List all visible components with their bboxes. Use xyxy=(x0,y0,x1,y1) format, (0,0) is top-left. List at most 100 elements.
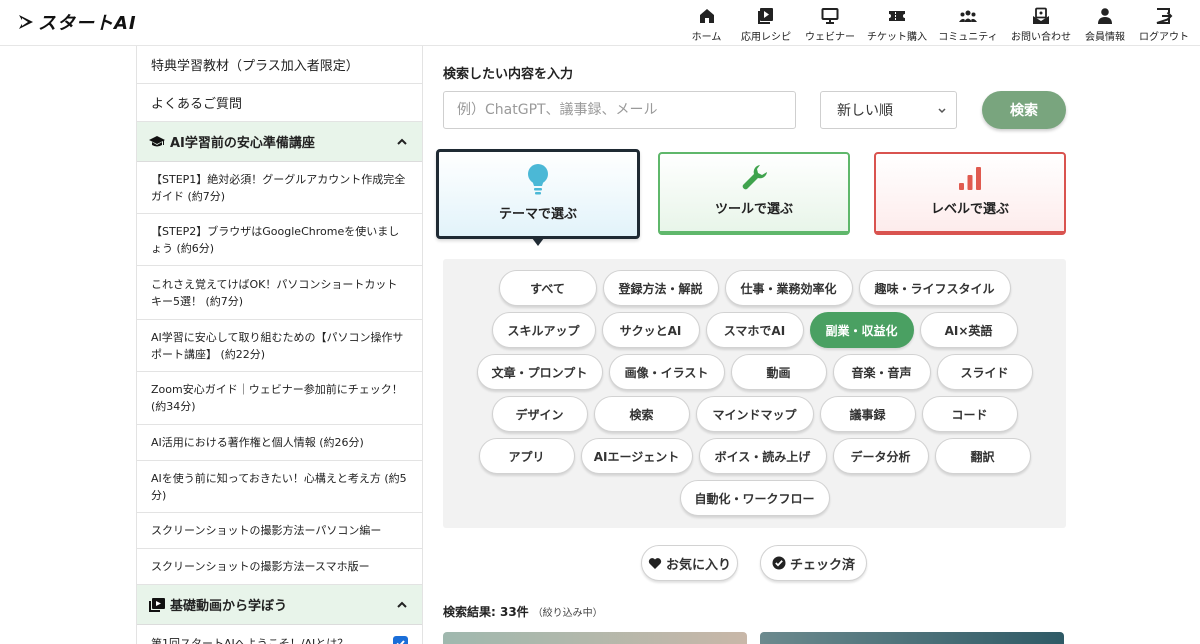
tag-button[interactable]: 議事録 xyxy=(819,396,916,432)
tag-button[interactable]: ボイス・読み上げ xyxy=(698,438,827,474)
nav-recipe[interactable]: 応用レシピ xyxy=(738,0,794,46)
graduation-cap-icon xyxy=(149,135,165,149)
logout-icon xyxy=(1156,8,1173,24)
tag-button[interactable]: サクッとAI xyxy=(601,312,700,348)
result-card-thumbnail[interactable] xyxy=(443,632,747,644)
sidebar: 特典学習教材（プラス加入者限定） よくあるご質問 AI学習前の安心準備講座 【S… xyxy=(136,46,423,644)
recipe-icon xyxy=(758,8,773,24)
video-play-icon xyxy=(149,597,165,612)
community-icon xyxy=(959,10,977,22)
chevron-up-icon[interactable] xyxy=(396,136,408,148)
nav-logout-label: ログアウト xyxy=(1139,32,1189,43)
tag-button[interactable]: デザイン xyxy=(491,396,588,432)
sidebar-lesson-item[interactable]: 【STEP1】絶対必須！グーグルアカウント作成完全ガイド (約7分) xyxy=(137,162,422,214)
sidebar-lesson-item[interactable]: Zoom安心ガイド｜ウェビナー参加前にチェック！ (約34分) xyxy=(137,372,422,425)
lightbulb-icon xyxy=(528,164,548,195)
tag-button[interactable]: 翻訳 xyxy=(934,438,1031,474)
nav-home[interactable]: ホーム xyxy=(683,0,730,46)
sort-select-value: 新しい順 xyxy=(837,103,893,119)
favorite-filter-label: お気に入り xyxy=(665,557,731,573)
monitor-icon xyxy=(821,8,839,24)
nav-community[interactable]: コミュニティ xyxy=(936,0,1000,46)
nav-home-label: ホーム xyxy=(691,32,722,43)
home-icon xyxy=(699,9,714,23)
tag-button[interactable]: AIエージェント xyxy=(580,438,693,474)
search-input[interactable] xyxy=(443,91,796,129)
tag-button[interactable]: すべて xyxy=(498,270,597,306)
tag-row: すべて 登録方法・解説 仕事・業務効率化 趣味・ライフスタイル xyxy=(443,270,1066,306)
tag-button[interactable]: AI×英語 xyxy=(919,312,1018,348)
tag-button[interactable]: 登録方法・解説 xyxy=(602,270,719,306)
nav-community-label: コミュニティ xyxy=(938,32,998,43)
tag-row: 自動化・ワークフロー xyxy=(443,480,1066,516)
sidebar-section-prep[interactable]: AI学習前の安心準備講座 xyxy=(137,122,422,162)
results-label: 検索結果: 33件 xyxy=(443,605,529,619)
tag-button[interactable]: コード xyxy=(921,396,1018,432)
inquiry-icon xyxy=(1033,7,1049,24)
tag-button[interactable]: 自動化・ワークフロー xyxy=(679,480,830,516)
tag-row: アプリ AIエージェント ボイス・読み上げ データ分析 翻訳 xyxy=(443,438,1066,474)
check-icon xyxy=(396,640,405,644)
nav-logout[interactable]: ログアウト xyxy=(1136,0,1192,46)
mode-card-tool[interactable]: ツールで選ぶ xyxy=(658,152,850,235)
user-icon xyxy=(1098,8,1112,24)
sidebar-lesson-item[interactable]: AI活用における著作権と個人情報 (約26分) xyxy=(137,425,422,461)
checked-filter-button[interactable]: チェック済 xyxy=(760,545,867,581)
tag-button[interactable]: 音楽・音声 xyxy=(832,354,931,390)
sidebar-lesson-item[interactable]: 【STEP2】ブラウザはGoogleChromeを使いましょう (約6分) xyxy=(137,214,422,266)
search-button[interactable]: 検索 xyxy=(982,91,1066,129)
sort-select[interactable]: 新しい順 xyxy=(820,91,957,129)
tag-button[interactable]: スキルアップ xyxy=(491,312,596,348)
nav-ticket[interactable]: チケット購入 xyxy=(864,0,930,46)
tag-button[interactable]: スマホでAI xyxy=(705,312,804,348)
tag-button-active[interactable]: 副業・収益化 xyxy=(809,312,914,348)
sidebar-section-basics[interactable]: 基礎動画から学ぼう xyxy=(137,585,422,625)
tag-button[interactable]: データ分析 xyxy=(832,438,929,474)
top-header: スタートAI ホーム 応用レシピ ウェビナー チケット購入 コミュニティ お問い… xyxy=(0,0,1200,46)
mode-card-theme[interactable]: テーマで選ぶ xyxy=(436,149,640,239)
sidebar-section-basics-title: 基礎動画から学ぼう xyxy=(170,599,288,614)
tag-button[interactable]: スライド xyxy=(936,354,1033,390)
chevron-up-icon[interactable] xyxy=(396,599,408,611)
sidebar-lesson-item[interactable]: AI学習に安心して取り組むための【パソコン操作サポート講座】 (約22分) xyxy=(137,320,422,372)
logo-mark-icon xyxy=(19,15,33,29)
favorite-filter-button[interactable]: お気に入り xyxy=(641,545,738,581)
nav-inquiry[interactable]: お問い合わせ xyxy=(1008,0,1074,46)
nav-member[interactable]: 会員情報 xyxy=(1080,0,1130,46)
checked-filter-label: チェック済 xyxy=(789,557,855,573)
nav-inquiry-label: お問い合わせ xyxy=(1011,32,1071,43)
tag-button[interactable]: アプリ xyxy=(478,438,575,474)
logo[interactable]: スタートAI xyxy=(18,9,137,35)
result-card-thumbnail[interactable] xyxy=(760,632,1064,644)
results-filter-note: （絞り込み中） xyxy=(532,608,603,619)
sidebar-lesson-item[interactable]: これさえ覚えてけばOK！パソコンショートカットキー5選！ (約7分) xyxy=(137,266,422,320)
ticket-icon xyxy=(889,11,905,21)
tag-button[interactable]: 動画 xyxy=(730,354,827,390)
tag-button[interactable]: 検索 xyxy=(593,396,690,432)
mode-card-level[interactable]: レベルで選ぶ xyxy=(874,152,1066,235)
nav-webinar[interactable]: ウェビナー xyxy=(802,0,858,46)
tag-button[interactable]: 趣味・ライフスタイル xyxy=(858,270,1011,306)
signal-bars-icon xyxy=(959,167,981,190)
tag-button[interactable]: 文章・プロンプト xyxy=(476,354,603,390)
tag-row: 文章・プロンプト 画像・イラスト 動画 音楽・音声 スライド xyxy=(443,354,1066,390)
sidebar-lesson-item[interactable]: AIを使う前に知っておきたい！心構えと考え方 (約5分) xyxy=(137,461,422,513)
sidebar-lesson-item[interactable]: スクリーンショットの撮影方法ースマホ版ー xyxy=(137,549,422,585)
tag-button[interactable]: 仕事・業務効率化 xyxy=(724,270,853,306)
sidebar-link-faq[interactable]: よくあるご質問 xyxy=(137,84,422,122)
mode-card-level-label: レベルで選ぶ xyxy=(930,202,1009,217)
tag-button[interactable]: 画像・イラスト xyxy=(608,354,725,390)
checkbox-checked[interactable] xyxy=(393,636,408,644)
main-content: 検索したい内容を入力 新しい順 検索 テーマで選ぶ ツールで選ぶ レベルで選ぶ xyxy=(423,46,1200,644)
sidebar-lesson-item[interactable]: 第1回スタートAIへようこそ！/AIとは？ xyxy=(137,625,422,644)
chevron-down-icon xyxy=(938,108,946,114)
tag-button[interactable]: マインドマップ xyxy=(695,396,814,432)
active-mode-pointer xyxy=(532,238,544,246)
mode-card-theme-label: テーマで選ぶ xyxy=(498,207,577,222)
nav-ticket-label: チケット購入 xyxy=(867,32,927,43)
search-title: 検索したい内容を入力 xyxy=(443,67,574,82)
sidebar-lesson-label: 第1回スタートAIへようこそ！/AIとは？ xyxy=(151,637,349,644)
sidebar-section-prep-title: AI学習前の安心準備講座 xyxy=(170,136,315,151)
sidebar-lesson-item[interactable]: スクリーンショットの撮影方法ーパソコン編ー xyxy=(137,513,422,549)
sidebar-link-bonus[interactable]: 特典学習教材（プラス加入者限定） xyxy=(137,46,422,84)
